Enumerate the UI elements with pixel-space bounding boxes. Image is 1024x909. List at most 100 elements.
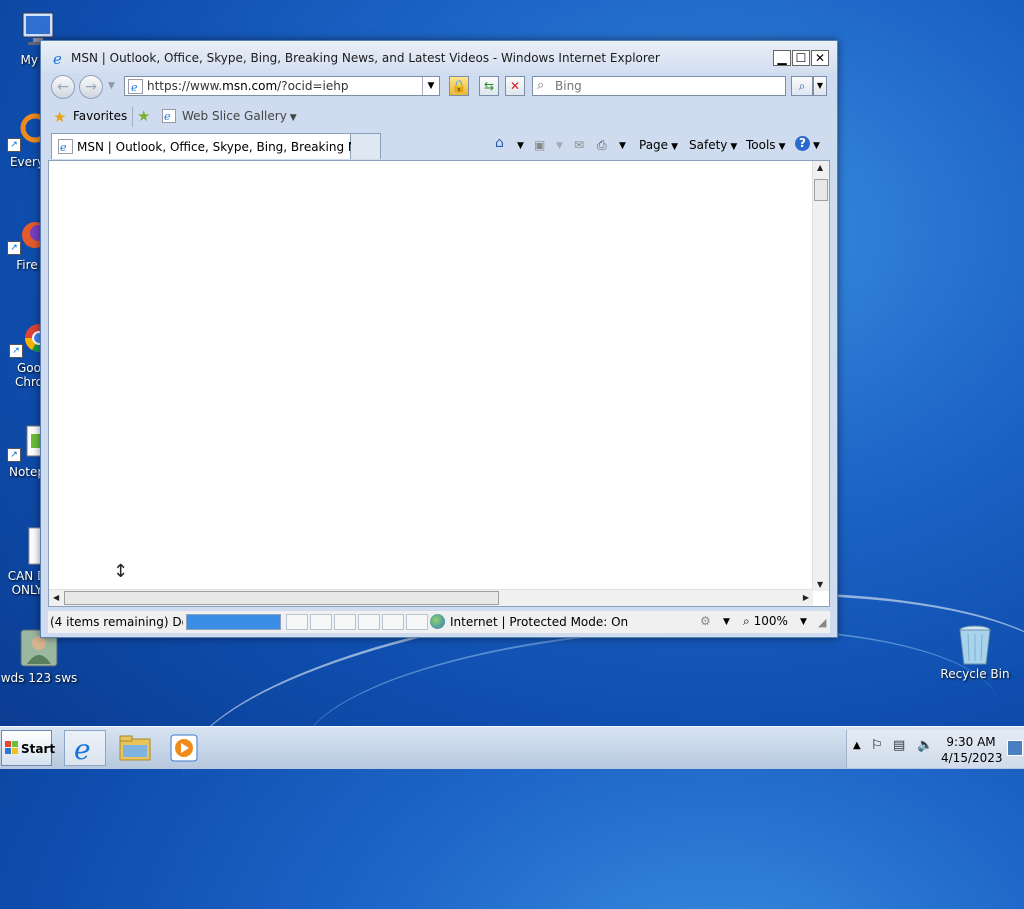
page-content[interactable]: ▲ ▼ ◀ ▶ ↕ — [48, 160, 830, 607]
desktop-icon-recycle-bin[interactable]: Recycle Bin — [936, 624, 1014, 681]
address-bar[interactable]: e https://www.msn.com/?ocid=iehp ▼ — [124, 76, 440, 96]
protected-mode-dropdown-icon[interactable]: ▼ — [723, 617, 730, 627]
system-tray: ▲ ⚐ ▤ 🔈 9:30 AM 4/15/2023 — [846, 730, 1024, 768]
horizontal-scroll-thumb[interactable] — [64, 591, 499, 605]
favorites-star-icon: ★ — [53, 108, 67, 126]
status-cell — [310, 614, 332, 630]
volume-muted-icon[interactable]: 🔈 — [917, 738, 933, 753]
taskbar: Start e ▲ ⚐ ▤ 🔈 9:30 AM 4/15/2023 — [0, 726, 1024, 769]
vertical-scrollbar[interactable]: ▲ ▼ — [812, 161, 829, 591]
protected-mode-icon[interactable]: ⚙ — [700, 614, 711, 628]
address-text[interactable]: https://www.msn.com/?ocid=iehp — [147, 79, 348, 93]
status-cell — [358, 614, 380, 630]
tab-title: MSN | Outlook, Office, Skype, Bing, Brea… — [77, 140, 376, 154]
title-bar[interactable]: e MSN | Outlook, Office, Skype, Bing, Br… — [41, 41, 837, 73]
status-cell — [286, 614, 308, 630]
page-menu[interactable]: Page ▼ — [639, 138, 678, 152]
status-bar: (4 items remaining) Downloading picture.… — [48, 611, 830, 633]
horizontal-scrollbar[interactable]: ◀ ▶ — [49, 589, 813, 606]
separator — [132, 107, 133, 127]
resize-cursor-icon: ↕ — [113, 561, 129, 582]
start-label: Start — [21, 742, 56, 756]
status-cell — [406, 614, 428, 630]
help-icon[interactable]: ? — [795, 136, 810, 151]
security-zone-text: Internet | Protected Mode: On — [450, 615, 629, 629]
tools-menu[interactable]: Tools ▼ — [746, 138, 785, 152]
folder-icon — [119, 735, 151, 761]
shortcut-arrow-icon: ↗ — [7, 241, 21, 255]
print-icon[interactable]: ⎙ — [597, 138, 607, 153]
print-dropdown-icon[interactable]: ▼ — [619, 141, 626, 151]
tab-ie-icon: e — [58, 139, 73, 154]
read-mail-icon[interactable]: ✉ — [574, 138, 584, 152]
recycle-bin-icon — [955, 624, 995, 665]
maximize-button[interactable]: ☐ — [792, 50, 810, 66]
taskbar-ie-button[interactable]: e — [64, 730, 106, 766]
status-text: (4 items remaining) Downloading picture.… — [50, 615, 183, 629]
clock[interactable]: 9:30 AM 4/15/2023 — [941, 734, 1003, 766]
svg-text:e: e — [53, 50, 62, 66]
forward-button[interactable]: → — [79, 75, 103, 99]
web-slice-gallery-link[interactable]: Web Slice Gallery ▼ — [182, 109, 297, 123]
windows-logo-icon — [5, 741, 18, 754]
feeds-dropdown-icon[interactable]: ▼ — [556, 141, 563, 151]
progress-fill — [187, 615, 280, 629]
recent-pages-dropdown-icon[interactable]: ▼ — [108, 81, 115, 91]
zoom-control[interactable]: ⌕ 100% — [743, 614, 788, 629]
window-title: MSN | Outlook, Office, Skype, Bing, Brea… — [71, 51, 660, 65]
search-button[interactable]: ⌕ — [791, 76, 813, 96]
new-tab-button[interactable] — [351, 133, 381, 159]
zoom-dropdown-icon[interactable]: ▼ — [800, 617, 807, 627]
add-to-favorites-bar-icon[interactable]: ★ — [137, 107, 150, 125]
taskbar-media-player-button[interactable] — [164, 730, 206, 766]
minimize-button[interactable]: ▁ — [773, 50, 791, 66]
back-button[interactable]: ← — [51, 75, 75, 99]
home-dropdown-icon[interactable]: ▼ — [517, 141, 524, 151]
clock-time: 9:30 AM — [946, 735, 996, 749]
favorites-button[interactable]: Favorites — [73, 109, 127, 123]
scroll-right-icon[interactable]: ▶ — [803, 593, 809, 602]
stop-icon[interactable]: ✕ — [505, 76, 525, 96]
search-input[interactable] — [555, 78, 780, 94]
svg-text:e: e — [164, 110, 171, 123]
scroll-left-icon[interactable]: ◀ — [53, 593, 59, 602]
refresh-icon[interactable]: ⇆ — [479, 76, 499, 96]
scroll-up-icon[interactable]: ▲ — [817, 163, 823, 172]
svg-text:e: e — [60, 141, 67, 154]
status-cell — [334, 614, 356, 630]
security-lock-icon[interactable]: 🔒 — [449, 76, 469, 96]
address-dropdown-icon[interactable]: ▼ — [422, 77, 439, 95]
home-icon[interactable]: ⌂ — [495, 135, 504, 151]
show-desktop-icon[interactable] — [1007, 740, 1023, 756]
desktop-icon-label: Recycle Bin — [940, 667, 1010, 681]
scroll-down-icon[interactable]: ▼ — [817, 580, 823, 589]
tab-msn[interactable]: e MSN | Outlook, Office, Skype, Bing, Br… — [51, 133, 376, 159]
page-ie-icon: e — [128, 79, 143, 94]
vertical-scroll-thumb[interactable] — [814, 179, 828, 201]
shortcut-arrow-icon: ↗ — [7, 448, 21, 462]
shortcut-arrow-icon: ↗ — [7, 138, 21, 152]
shortcut-arrow-icon: ↗ — [9, 344, 23, 358]
ie-window[interactable]: e MSN | Outlook, Office, Skype, Bing, Br… — [40, 40, 838, 638]
ie-icon: e — [74, 733, 91, 763]
action-center-flag-icon[interactable]: ⚐ — [871, 738, 883, 753]
start-button[interactable]: Start — [1, 730, 56, 766]
help-dropdown-icon[interactable]: ▼ — [813, 141, 820, 151]
search-icon: ⌕ — [537, 78, 545, 93]
favorites-bar: ★ Favorites ★ e Web Slice Gallery ▼ — [41, 103, 837, 131]
clock-date: 4/15/2023 — [941, 751, 1003, 765]
search-box[interactable]: ⌕ — [532, 76, 786, 96]
network-icon[interactable]: ▤ — [893, 738, 905, 753]
safety-menu[interactable]: Safety ▼ — [689, 138, 737, 152]
internet-globe-icon — [430, 614, 445, 629]
close-button[interactable]: ✕ — [811, 50, 829, 66]
taskbar-explorer-button[interactable] — [114, 730, 156, 766]
resize-grip-icon[interactable]: ◢ — [818, 616, 826, 629]
feeds-icon[interactable]: ▣ — [534, 138, 545, 152]
navigation-bar: ← → ▼ e https://www.msn.com/?ocid=iehp ▼… — [49, 73, 829, 101]
show-hidden-icons-icon[interactable]: ▲ — [853, 740, 861, 751]
desktop-icon-label: wds 123 sws — [0, 671, 78, 685]
zoom-icon: ⌕ — [743, 614, 750, 628]
search-options-dropdown-icon[interactable]: ▼ — [813, 76, 827, 96]
svg-text:e: e — [74, 733, 91, 763]
